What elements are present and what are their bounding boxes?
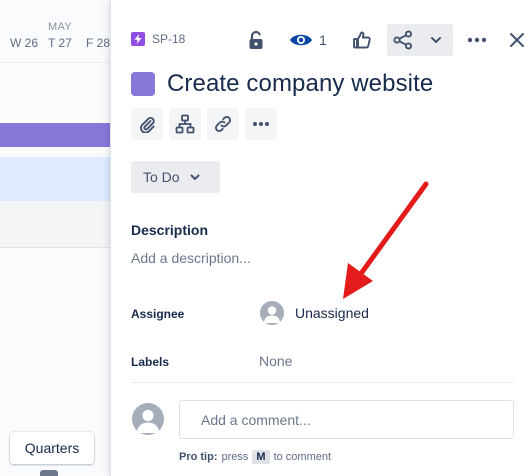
lightning-story-icon: [131, 32, 145, 46]
assignee-field[interactable]: Unassigned: [260, 301, 369, 325]
issue-title-row: Create company website: [131, 70, 433, 98]
share-icon[interactable]: [387, 26, 419, 54]
description-heading: Description: [131, 222, 209, 238]
lock-icon[interactable]: [244, 26, 268, 54]
more-horizontal-icon[interactable]: [245, 108, 277, 140]
timeline-week: W 26: [10, 36, 39, 50]
description-field[interactable]: Add a description...: [131, 250, 251, 266]
timeline-month: MAY: [48, 21, 72, 33]
issue-header: SP-18 1: [111, 24, 531, 56]
comment-divider: [131, 382, 514, 383]
share-button-group: [387, 24, 453, 56]
timeline-divider: [0, 62, 110, 63]
issue-detail-panel: SP-18 1 Create company website To Do Des…: [110, 0, 531, 476]
timeline-panel: MAY W 26 T 27 F 28 Quarters: [0, 0, 110, 476]
timeline-week: F 28: [86, 36, 110, 50]
hierarchy-icon[interactable]: [169, 108, 201, 140]
eye-icon: [289, 32, 313, 48]
protip-hint: Pro tip: press M to comment: [179, 450, 331, 464]
more-horizontal-icon[interactable]: [465, 26, 489, 54]
issue-title[interactable]: Create company website: [167, 70, 433, 98]
protip-press: press: [221, 451, 249, 463]
comment-input[interactable]: Add a comment...: [179, 400, 514, 439]
scrollbar-handle[interactable]: [40, 470, 58, 476]
paperclip-icon[interactable]: [131, 108, 163, 140]
timeline-row[interactable]: [0, 201, 110, 248]
labels-field[interactable]: None: [259, 353, 292, 369]
chevron-down-icon[interactable]: [421, 26, 451, 54]
chevron-down-icon: [190, 174, 200, 181]
watch-count: 1: [319, 32, 327, 48]
close-icon[interactable]: [505, 26, 529, 54]
status-dropdown[interactable]: To Do: [131, 161, 220, 193]
issue-key: SP-18: [152, 32, 186, 46]
issue-action-bar: [131, 108, 277, 140]
keyboard-key: M: [252, 450, 270, 464]
timeline-week: T 27: [48, 36, 72, 50]
timeline-weeks: W 26 T 27 F 28: [0, 36, 110, 56]
link-icon[interactable]: [207, 108, 239, 140]
thumbs-up-icon[interactable]: [350, 26, 374, 54]
labels-label: Labels: [131, 355, 170, 369]
epic-color-swatch[interactable]: [131, 72, 155, 96]
timeline-bar-epic[interactable]: [0, 123, 110, 147]
avatar-icon: [260, 301, 284, 325]
status-label: To Do: [143, 169, 180, 185]
issue-key-link[interactable]: SP-18: [131, 32, 185, 46]
assignee-label: Assignee: [131, 307, 185, 321]
avatar-icon: [132, 403, 164, 435]
quarters-button[interactable]: Quarters: [10, 432, 94, 464]
protip-label: Pro tip:: [179, 451, 218, 463]
assignee-value: Unassigned: [295, 305, 369, 321]
watch-button[interactable]: 1: [289, 26, 337, 54]
protip-suffix: to comment: [273, 451, 332, 463]
timeline-row-selected[interactable]: [0, 157, 110, 201]
